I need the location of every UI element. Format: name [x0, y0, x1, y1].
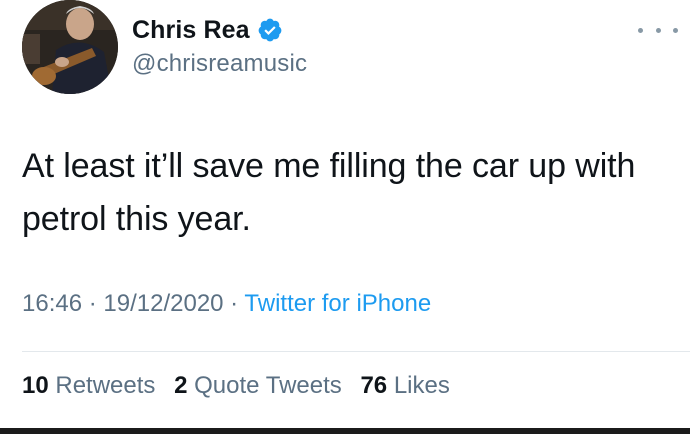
handle[interactable]: @chrisreamusic — [132, 50, 307, 78]
likes-count: 76 — [360, 372, 388, 399]
more-dot — [638, 27, 643, 33]
tweet-card: Chris Rea @chrisreamusic At least it’ll … — [0, 0, 690, 434]
divider — [22, 351, 690, 352]
retweets-count: 10 — [22, 372, 49, 399]
meta-separator: · — [82, 290, 104, 317]
tweet-time[interactable]: 16:46 — [22, 290, 82, 317]
likes-label: Likes — [393, 372, 450, 399]
bottom-edge-bar — [0, 428, 690, 434]
retweets-stat[interactable]: 10 Retweets — [22, 372, 155, 399]
quote-tweets-stat[interactable]: 2 Quote Tweets — [174, 372, 342, 399]
quote-tweets-label: Quote Tweets — [194, 372, 342, 399]
display-name[interactable]: Chris Rea — [132, 16, 250, 45]
more-dot — [655, 27, 661, 33]
avatar-image — [22, 0, 118, 94]
quote-tweets-count: 2 — [174, 372, 188, 399]
meta-separator: · — [223, 290, 245, 317]
verified-badge-icon — [257, 17, 283, 43]
tweet-stats: 10 Retweets 2 Quote Tweets 76 Likes — [22, 372, 462, 400]
likes-stat[interactable]: 76 Likes — [360, 372, 449, 399]
more-dot — [673, 27, 678, 33]
retweets-label: Retweets — [55, 372, 156, 399]
tweet-meta: 16:46 · 19/12/2020 · Twitter for iPhone — [22, 290, 431, 318]
tweet-date[interactable]: 19/12/2020 — [103, 290, 223, 317]
tweet-source-link[interactable]: Twitter for iPhone — [244, 290, 431, 317]
name-row: Chris Rea — [132, 12, 307, 48]
more-horizontal-icon[interactable] — [638, 20, 678, 40]
author-block: Chris Rea @chrisreamusic — [132, 12, 307, 78]
avatar[interactable] — [22, 0, 118, 94]
tweet-text: At least it’ll save me filling the car u… — [22, 147, 636, 238]
